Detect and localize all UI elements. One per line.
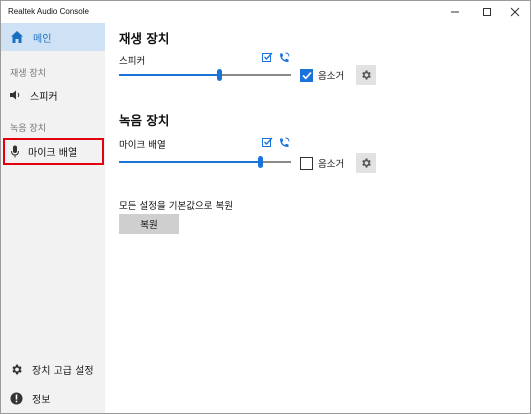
check-edit-icon[interactable] bbox=[262, 52, 273, 62]
mic-mute-checkbox[interactable] bbox=[300, 156, 313, 170]
check-icon bbox=[301, 71, 312, 79]
info-icon bbox=[10, 392, 23, 404]
sidebar-item-speaker[interactable]: 스피커 bbox=[1, 83, 105, 107]
speaker-mute-label: 음소거 bbox=[318, 71, 345, 82]
mic-mute-toggle[interactable]: 음소거 bbox=[300, 156, 344, 170]
gear-icon bbox=[362, 70, 371, 80]
selection-highlight-box bbox=[3, 138, 104, 165]
playback-heading: 재생 장치 bbox=[119, 31, 170, 46]
speaker-mute-checkbox[interactable] bbox=[300, 68, 313, 82]
sidebar-item-label: 장치 고급 설정 bbox=[32, 365, 94, 377]
playback-section-label: 재생 장치 bbox=[10, 69, 46, 79]
mic-settings-button[interactable] bbox=[356, 153, 376, 173]
minimize-icon bbox=[451, 11, 459, 13]
phone-icon[interactable] bbox=[279, 137, 290, 148]
sidebar-item-label: 메인 bbox=[33, 33, 52, 45]
sidebar-item-info[interactable]: 정보 bbox=[1, 387, 105, 409]
slider-thumb[interactable] bbox=[216, 69, 222, 81]
speaker-volume-slider[interactable] bbox=[119, 69, 291, 81]
mic-volume-slider[interactable] bbox=[119, 156, 291, 168]
title-bar: Realtek Audio Console bbox=[1, 1, 530, 23]
check-edit-icon[interactable] bbox=[262, 137, 273, 147]
slider-thumb[interactable] bbox=[258, 156, 264, 168]
sidebar-item-label: 스피커 bbox=[30, 91, 58, 103]
close-button[interactable] bbox=[500, 1, 530, 23]
recording-section-label: 녹음 장치 bbox=[10, 124, 46, 134]
phone-icon[interactable] bbox=[279, 52, 290, 63]
sidebar-item-home[interactable]: 메인 bbox=[1, 23, 105, 51]
maximize-icon bbox=[483, 8, 491, 16]
minimize-button[interactable] bbox=[440, 1, 470, 23]
mic-mute-label: 음소거 bbox=[318, 159, 345, 170]
sidebar: 메인 재생 장치 스피커 녹음 장치 마이크 배열 장치 고급 설정 정보 bbox=[1, 23, 105, 413]
reset-description: 모든 설정을 기본값으로 복원 bbox=[119, 201, 233, 212]
mic-device-name: 마이크 배열 bbox=[119, 140, 166, 151]
main-panel: 재생 장치 스피커 음소거 녹음 장치 마이크 배열 음소거 모든 설정을 기본… bbox=[105, 23, 530, 413]
speaker-device-icons bbox=[262, 52, 290, 63]
window-title: Realtek Audio Console bbox=[8, 7, 89, 16]
close-icon bbox=[510, 7, 520, 17]
app-window: Realtek Audio Console 메인 재생 장치 스피커 녹음 장치 bbox=[0, 0, 531, 414]
mic-device-icons bbox=[262, 137, 290, 148]
maximize-button[interactable] bbox=[472, 1, 502, 23]
speaker-settings-button[interactable] bbox=[356, 65, 376, 85]
sidebar-item-label: 정보 bbox=[32, 394, 51, 406]
sidebar-item-advanced-settings[interactable]: 장치 고급 설정 bbox=[1, 358, 105, 380]
speaker-device-name: 스피커 bbox=[119, 56, 146, 67]
gear-icon bbox=[362, 158, 371, 168]
gear-icon bbox=[12, 364, 22, 374]
home-icon bbox=[11, 31, 23, 43]
speaker-icon bbox=[10, 90, 20, 100]
slider-fill bbox=[119, 74, 219, 76]
slider-fill bbox=[119, 161, 261, 163]
recording-heading: 녹음 장치 bbox=[119, 113, 170, 128]
speaker-mute-toggle[interactable]: 음소거 bbox=[300, 68, 344, 82]
restore-defaults-button[interactable]: 복원 bbox=[119, 214, 179, 234]
